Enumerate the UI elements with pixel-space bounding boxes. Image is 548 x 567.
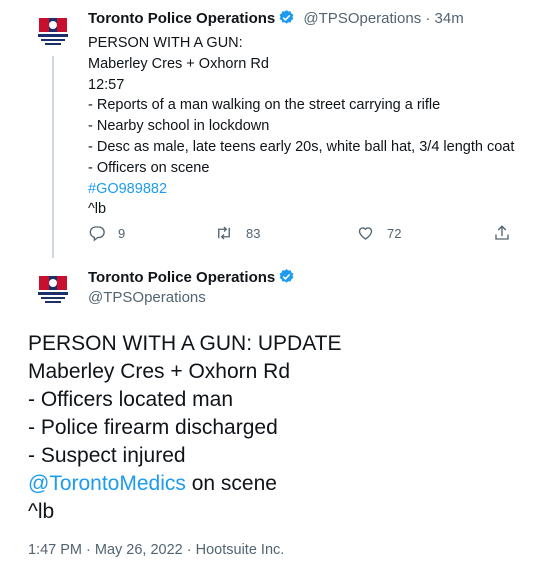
tweet-line: - Nearby school in lockdown xyxy=(88,118,270,135)
tweet-1-actions: 9 83 72 xyxy=(0,224,548,244)
tweet-line: PERSON WITH A GUN: xyxy=(88,35,243,51)
tweet-1-text: PERSON WITH A GUN: Maberley Cres + Oxhor… xyxy=(88,33,543,220)
handle[interactable]: @TPSOperations xyxy=(88,289,206,306)
avatar[interactable] xyxy=(35,274,71,304)
retweet-button[interactable]: 83 xyxy=(214,224,260,242)
reply-button[interactable]: 9 xyxy=(88,224,125,242)
tweet-timestamp[interactable]: 1:47 PM · May 26, 2022 · Hootsuite Inc. xyxy=(28,542,284,558)
handle[interactable]: @TPSOperations xyxy=(303,10,421,27)
tweet-line: Maberley Cres + Oxhorn Rd xyxy=(88,55,269,72)
signoff: ^lb xyxy=(28,500,55,523)
like-count: 72 xyxy=(387,225,402,241)
retweet-icon xyxy=(218,226,230,240)
retweet-count: 83 xyxy=(246,225,261,241)
display-name[interactable]: Toronto Police Operations xyxy=(88,269,275,286)
tweet-line: - Suspect injured xyxy=(28,444,186,467)
avatar[interactable] xyxy=(35,16,71,46)
tweet-line: 12:57 xyxy=(88,76,125,93)
verified-badge-icon xyxy=(278,9,295,30)
tweet-line: PERSON WITH A GUN: UPDATE xyxy=(28,332,342,355)
tweet-line: - Police firearm discharged xyxy=(28,416,278,439)
mention-suffix: on scene xyxy=(185,472,277,495)
tweet-line: - Officers on scene xyxy=(88,159,210,176)
tweet-line: Maberley Cres + Oxhorn Rd xyxy=(28,360,291,383)
tweet-2-header: Toronto Police Operations xyxy=(88,268,295,289)
like-button[interactable]: 72 xyxy=(356,224,401,242)
reply-icon xyxy=(89,226,105,242)
share-icon xyxy=(495,225,509,240)
display-name[interactable]: Toronto Police Operations xyxy=(88,10,275,27)
time-ago[interactable]: 34m xyxy=(435,10,464,27)
tweet-1-header: Toronto Police Operations @TPSOperations… xyxy=(88,9,464,30)
verified-badge-icon xyxy=(278,268,295,289)
separator: · xyxy=(425,10,431,27)
tweet-2-text: PERSON WITH A GUN: UPDATE Maberley Cres … xyxy=(28,330,538,526)
share-button[interactable] xyxy=(493,224,523,242)
tweet-line: - Desc as male, late teens early 20s, wh… xyxy=(88,138,515,155)
hashtag-link[interactable]: #GO989882 xyxy=(88,181,167,197)
mention-link[interactable]: @TorontoMedics xyxy=(28,472,186,495)
like-icon xyxy=(358,227,373,240)
tweet-line: - Officers located man xyxy=(28,388,234,411)
tweet-line: - Reports of a man walking on the street… xyxy=(88,97,441,114)
reply-count: 9 xyxy=(118,225,126,241)
signoff: ^lb xyxy=(88,201,107,218)
